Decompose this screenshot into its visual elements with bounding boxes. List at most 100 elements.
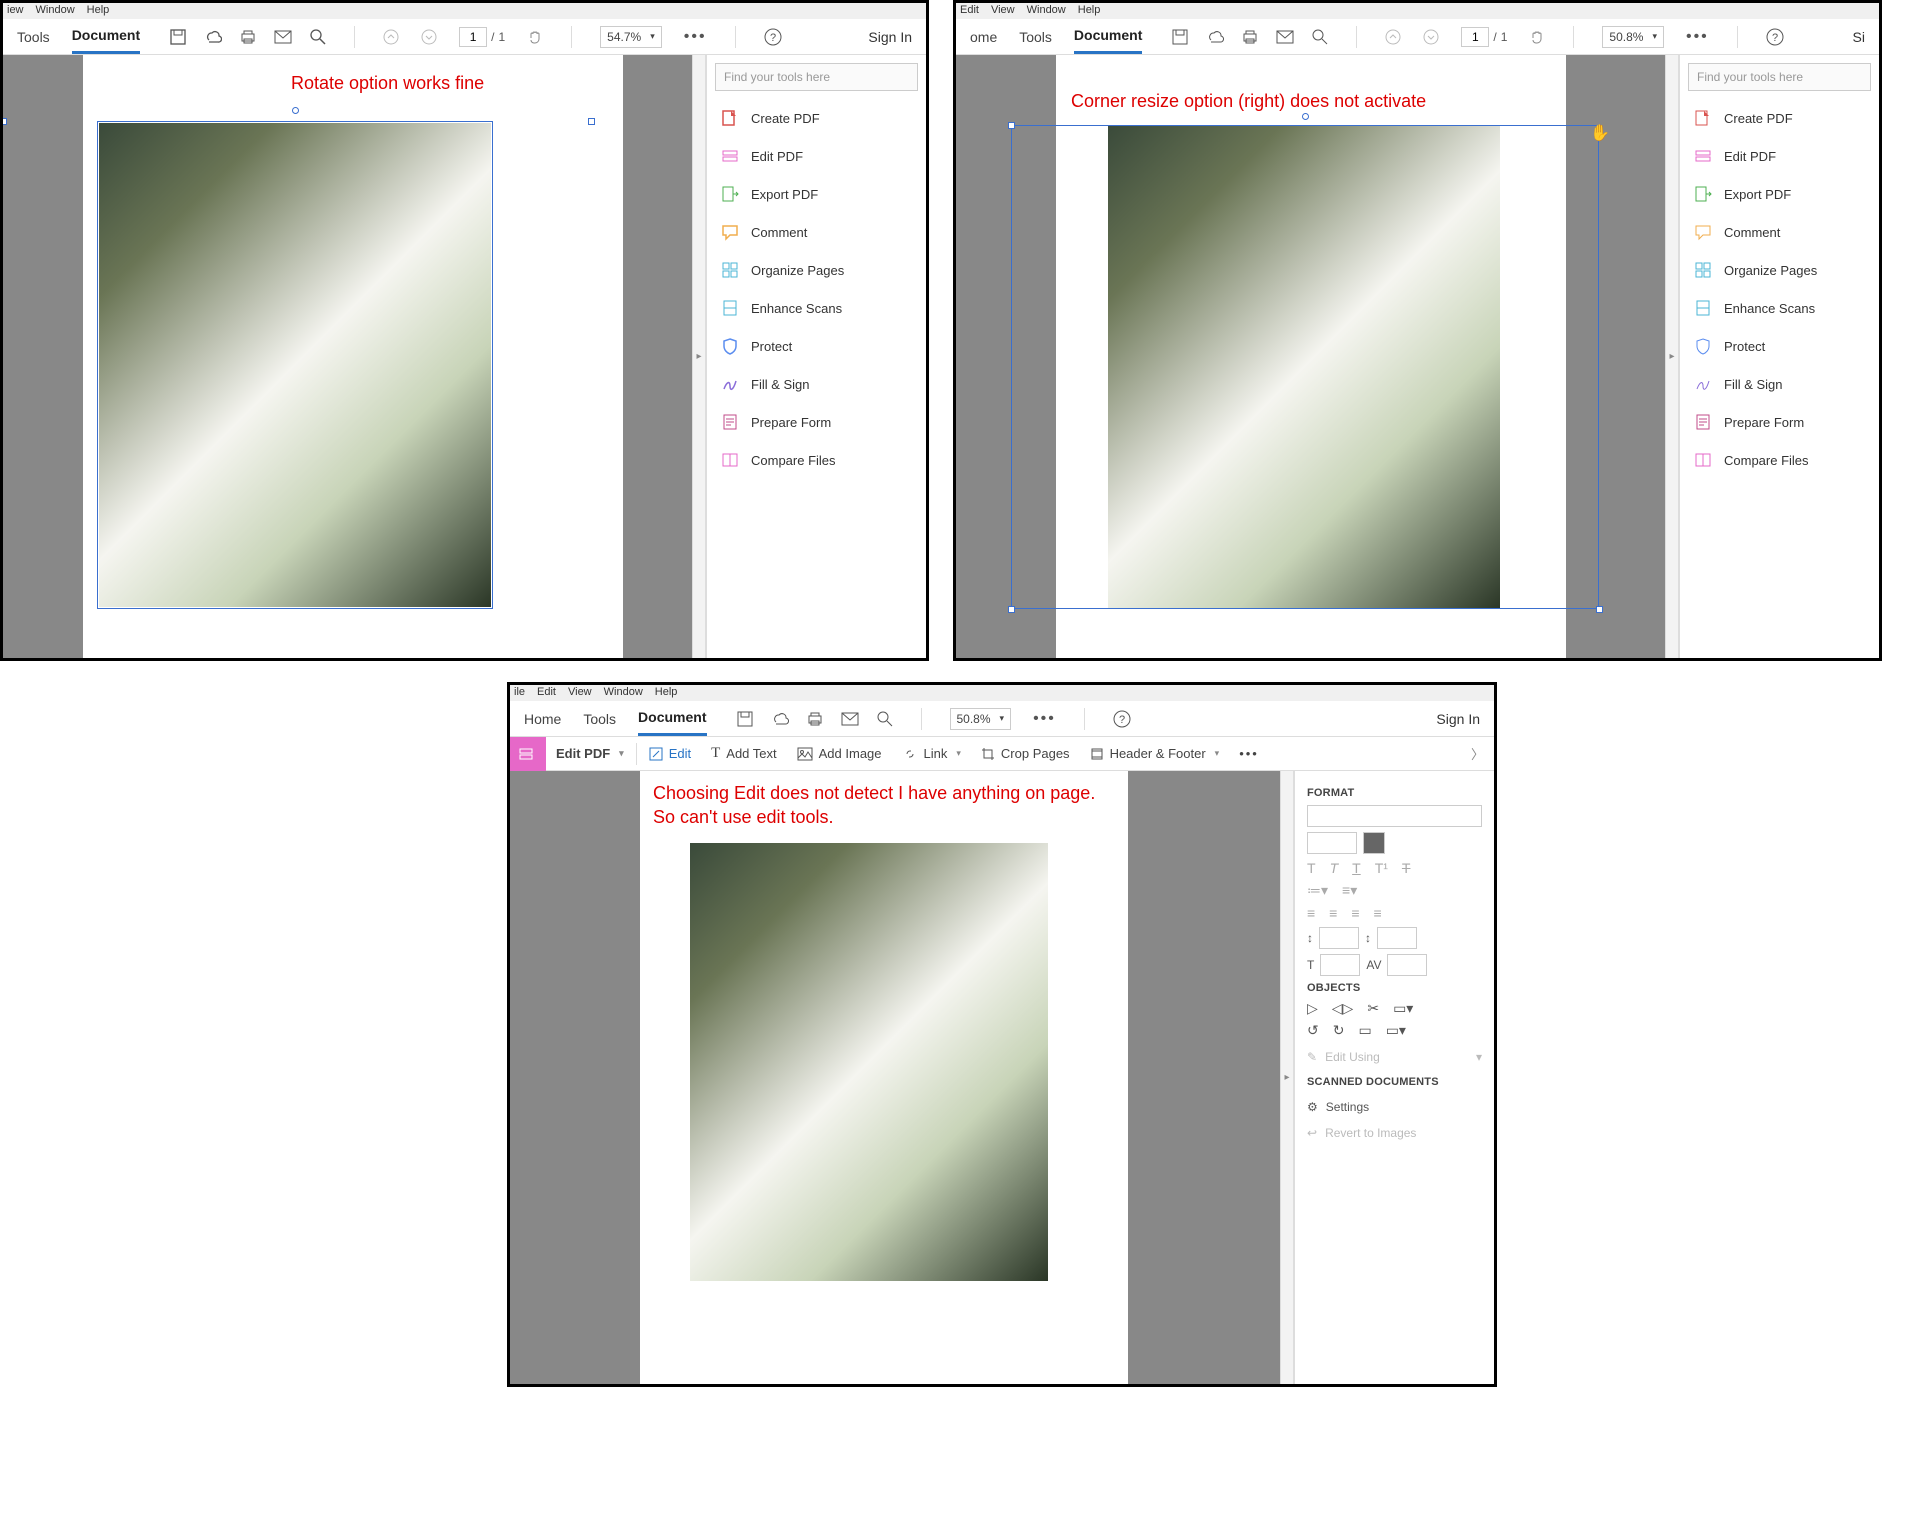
image-placeholder[interactable] [690, 843, 1048, 1281]
tab-document[interactable]: Document [1074, 19, 1142, 54]
tab-tools[interactable]: Tools [1019, 21, 1052, 53]
page-down-icon[interactable] [1423, 29, 1439, 45]
print-icon[interactable] [240, 29, 256, 45]
italic-icon[interactable]: T [1330, 860, 1339, 876]
more-icon[interactable]: ••• [1686, 28, 1709, 46]
selection-box[interactable] [97, 121, 493, 609]
tool-protect[interactable]: Protect [1680, 327, 1879, 365]
edit-button[interactable]: Edit [639, 746, 701, 761]
tab-home[interactable]: Home [524, 703, 561, 735]
document-canvas[interactable]: Rotate option works fine [3, 55, 692, 658]
cloud-icon[interactable] [1206, 29, 1224, 45]
crop-button[interactable]: Crop Pages [971, 746, 1080, 761]
tool-protect[interactable]: Protect [707, 327, 926, 365]
handle-nw[interactable] [3, 118, 7, 125]
more-icon[interactable]: ••• [684, 28, 707, 46]
menu-window[interactable]: Window [604, 686, 643, 700]
handle-ne[interactable] [588, 118, 595, 125]
edit-using-link[interactable]: ✎Edit Using▾ [1307, 1044, 1482, 1070]
tool-enhance[interactable]: Enhance Scans [1680, 289, 1879, 327]
tool-comment[interactable]: Comment [707, 213, 926, 251]
page-input[interactable]: / 1 [459, 27, 505, 47]
menu-file[interactable]: ile [514, 686, 525, 700]
tool-organize[interactable]: Organize Pages [1680, 251, 1879, 289]
sign-in[interactable]: Sign In [868, 29, 912, 45]
tool-prepare[interactable]: Prepare Form [707, 403, 926, 441]
tool-organize[interactable]: Organize Pages [707, 251, 926, 289]
page-down-icon[interactable] [421, 29, 437, 45]
menu-view[interactable]: iew [7, 4, 24, 18]
tool-edit-pdf[interactable]: Edit PDF [707, 137, 926, 175]
link-button[interactable]: Link [892, 746, 971, 761]
page-up-icon[interactable] [1385, 29, 1401, 45]
tool-search[interactable]: Find your tools here [715, 63, 918, 91]
zoom-select[interactable]: 50.8%▾ [950, 708, 1012, 730]
mail-icon[interactable] [1276, 30, 1294, 44]
arrange-icon[interactable]: ▭▾ [1393, 1000, 1413, 1017]
more-edit-icon[interactable]: ••• [1229, 746, 1269, 761]
header-footer-button[interactable]: Header & Footer [1080, 746, 1230, 761]
help-icon[interactable]: ? [1113, 710, 1131, 728]
zoom-select[interactable]: 54.7%▾ [600, 26, 662, 48]
font-select[interactable] [1307, 805, 1482, 827]
zoom-select[interactable]: 50.8%▾ [1602, 26, 1664, 48]
collapse-panel[interactable]: ▸ [1280, 771, 1294, 1384]
tab-home[interactable]: ome [970, 21, 997, 53]
menu-help[interactable]: Help [655, 686, 678, 700]
color-swatch[interactable] [1363, 832, 1385, 854]
handle-nw[interactable] [1008, 122, 1015, 129]
mail-icon[interactable] [274, 30, 292, 44]
tool-enhance[interactable]: Enhance Scans [707, 289, 926, 327]
bullet-list-icon[interactable]: ≔▾ [1307, 882, 1328, 899]
align-right-icon[interactable]: ≡ [1351, 905, 1359, 921]
menu-edit[interactable]: Edit [537, 686, 556, 700]
tool-export-pdf[interactable]: Export PDF [707, 175, 926, 213]
tool-fillsign[interactable]: Fill & Sign [707, 365, 926, 403]
save-icon[interactable] [170, 29, 186, 45]
revert-link[interactable]: ↩Revert to Images [1307, 1120, 1482, 1146]
crop-obj-icon[interactable]: ✂ [1367, 1000, 1379, 1017]
tool-compare[interactable]: Compare Files [1680, 441, 1879, 479]
tab-tools[interactable]: Tools [583, 703, 616, 735]
handle-sw[interactable] [1008, 606, 1015, 613]
tab-document[interactable]: Document [638, 701, 706, 736]
strike-icon[interactable]: T [1402, 860, 1411, 876]
sign-in[interactable]: Sign In [1436, 711, 1480, 727]
add-text-button[interactable]: TAdd Text [701, 745, 787, 762]
horiz-scale-icon[interactable]: T [1307, 958, 1314, 972]
align-obj-icon[interactable]: ▭▾ [1386, 1022, 1406, 1039]
collapse-panel[interactable]: ▸ [692, 55, 706, 658]
bold-icon[interactable]: T [1307, 860, 1316, 876]
superscript-icon[interactable]: T¹ [1375, 860, 1388, 876]
page-current[interactable] [459, 27, 487, 47]
add-image-button[interactable]: Add Image [787, 746, 892, 761]
print-icon[interactable] [807, 711, 823, 727]
page-up-icon[interactable] [383, 29, 399, 45]
menu-edit[interactable]: Edit [960, 4, 979, 18]
document-canvas[interactable]: Choosing Edit does not detect I have any… [510, 771, 1280, 1384]
tool-search[interactable]: Find your tools here [1688, 63, 1871, 91]
align-justify-icon[interactable]: ≡ [1374, 905, 1382, 921]
scroll-right-icon[interactable]: 〉 [1461, 744, 1494, 763]
edit-pdf-drop[interactable]: Edit PDF [546, 746, 634, 761]
collapse-panel[interactable]: ▸ [1665, 55, 1679, 658]
align-center-icon[interactable]: ≡ [1329, 905, 1337, 921]
help-icon[interactable]: ? [764, 28, 782, 46]
settings-link[interactable]: ⚙Settings [1307, 1094, 1482, 1120]
page-input[interactable]: / 1 [1461, 27, 1507, 47]
handle-rotate[interactable] [1302, 113, 1309, 120]
handle-se[interactable] [1596, 606, 1603, 613]
edit-pdf-chip[interactable] [510, 737, 546, 771]
tool-edit-pdf[interactable]: Edit PDF [1680, 137, 1879, 175]
sign-in[interactable]: Si [1853, 29, 1865, 45]
rotate-cw-icon[interactable]: ↻ [1333, 1022, 1345, 1039]
menu-window[interactable]: Window [36, 4, 75, 18]
handle-rotate[interactable] [292, 107, 299, 114]
align-left-icon[interactable]: ≡ [1307, 905, 1315, 921]
search-icon[interactable] [1312, 29, 1328, 45]
save-icon[interactable] [1172, 29, 1188, 45]
flip-h-icon[interactable]: ◁▷ [1332, 1000, 1354, 1017]
flip-v-icon[interactable]: ▷ [1307, 1000, 1318, 1017]
help-icon[interactable]: ? [1766, 28, 1784, 46]
page-current[interactable] [1461, 27, 1489, 47]
